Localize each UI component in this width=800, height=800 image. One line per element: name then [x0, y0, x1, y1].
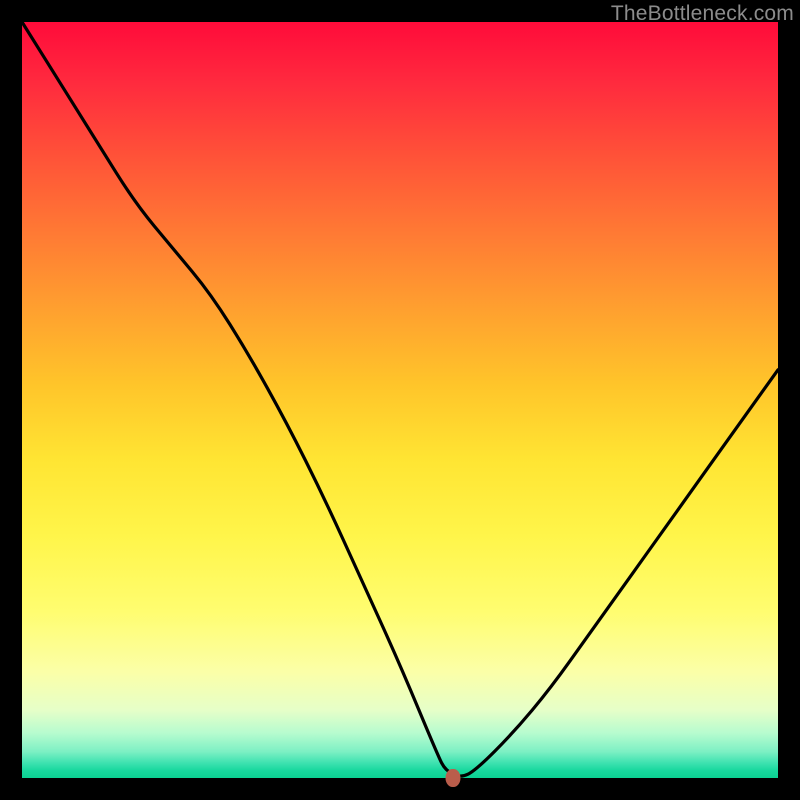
- optimum-marker: [445, 769, 460, 787]
- bottleneck-curve-path: [22, 22, 778, 776]
- plot-area: [22, 22, 778, 778]
- curve-svg: [22, 22, 778, 778]
- chart-frame: TheBottleneck.com: [0, 0, 800, 800]
